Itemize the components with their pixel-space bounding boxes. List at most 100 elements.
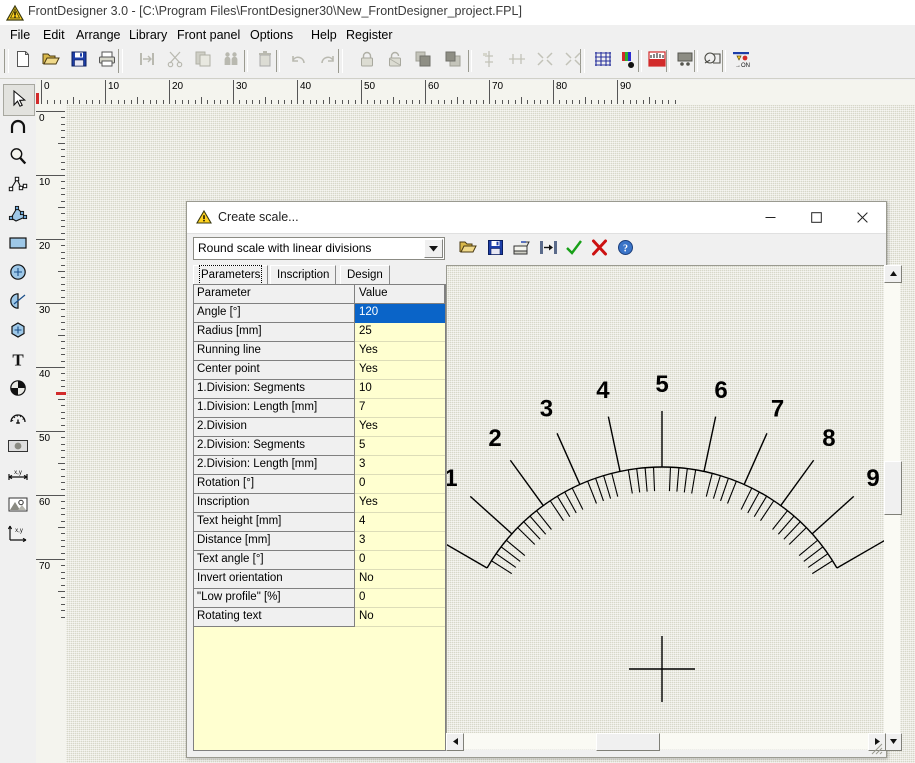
value-cell[interactable]: 120 <box>355 304 445 323</box>
table-row[interactable]: Radius [mm] 25 <box>194 323 445 342</box>
table-row[interactable]: Angle [°] 120 <box>194 304 445 323</box>
tool-rotate[interactable] <box>3 113 33 143</box>
menu-help[interactable]: Help <box>306 27 342 43</box>
table-row[interactable]: Center point Yes <box>194 361 445 380</box>
value-cell[interactable]: 0 <box>355 475 445 494</box>
menu-edit[interactable]: Edit <box>38 27 70 43</box>
value-cell[interactable]: Yes <box>355 494 445 513</box>
led-on-button[interactable]: →ON <box>728 47 754 73</box>
tab-design[interactable]: Design <box>340 265 390 284</box>
color-palette-button[interactable] <box>616 47 642 73</box>
table-row[interactable]: Invert orientation No <box>194 570 445 589</box>
print-scale-button[interactable] <box>510 238 532 258</box>
resize-grip[interactable] <box>868 740 883 755</box>
scale-tool-button[interactable] <box>644 47 670 73</box>
tab-parameters[interactable]: Parameters <box>193 265 269 285</box>
tool-coordinates[interactable]: x,y <box>3 519 33 549</box>
table-row[interactable]: Rotation [°] 0 <box>194 475 445 494</box>
tab-inscription[interactable]: Inscription <box>270 265 337 284</box>
tool-polygon[interactable] <box>3 200 33 230</box>
parameters-table[interactable]: Parameter Value Angle [°] 120 Radius [mm] 25 R… <box>193 284 446 751</box>
value-cell[interactable]: 10 <box>355 380 445 399</box>
menu-file[interactable]: File <box>5 27 35 43</box>
value-cell[interactable]: Value <box>355 285 445 304</box>
table-row[interactable]: Distance [mm] 3 <box>194 532 445 551</box>
table-row[interactable]: 1.Division: Length [mm] 7 <box>194 399 445 418</box>
save-scale-button[interactable] <box>484 238 506 258</box>
vertical-scroll-thumb[interactable] <box>884 461 902 515</box>
value-cell[interactable]: No <box>355 608 445 627</box>
grid-button[interactable] <box>590 47 616 73</box>
tool-pointer[interactable] <box>3 84 35 116</box>
new-file-button[interactable] <box>10 47 36 73</box>
value-cell[interactable]: No <box>355 570 445 589</box>
tool-hexagon[interactable] <box>3 316 33 346</box>
shapes-button[interactable] <box>700 47 726 73</box>
save-file-button[interactable] <box>66 47 92 73</box>
value-cell[interactable]: 3 <box>355 456 445 475</box>
tool-polyline[interactable] <box>3 171 33 201</box>
magnifier-icon <box>3 146 33 166</box>
value-cell[interactable]: 3 <box>355 532 445 551</box>
tool-zoom[interactable] <box>3 142 33 172</box>
table-row[interactable]: Running line Yes <box>194 342 445 361</box>
table-row[interactable]: 1.Division: Segments 10 <box>194 380 445 399</box>
cancel-button[interactable] <box>588 238 610 258</box>
tool-rectangle[interactable] <box>3 229 33 259</box>
tool-pattern[interactable] <box>3 432 33 462</box>
menu-arrange[interactable]: Arrange <box>71 27 125 43</box>
tool-circle[interactable] <box>3 258 33 288</box>
table-row[interactable]: Inscription Yes <box>194 494 445 513</box>
value-cell[interactable]: 5 <box>355 437 445 456</box>
display-element-button[interactable] <box>672 47 698 73</box>
maximize-button[interactable] <box>793 202 839 232</box>
print-button[interactable] <box>94 47 120 73</box>
table-row[interactable]: Text height [mm] 4 <box>194 513 445 532</box>
table-row[interactable]: Text angle [°] 0 <box>194 551 445 570</box>
minimize-button[interactable] <box>747 202 793 232</box>
tool-pie[interactable] <box>3 374 33 404</box>
table-row[interactable]: "Low profile" [%] 0 <box>194 589 445 608</box>
value-cell[interactable]: 0 <box>355 589 445 608</box>
h-ruler-label: 30 <box>236 81 248 92</box>
preview-vertical-scrollbar[interactable] <box>884 265 902 751</box>
load-scale-button[interactable] <box>457 238 479 258</box>
scroll-down-button[interactable] <box>884 733 902 751</box>
chevron-down-icon[interactable] <box>424 239 443 258</box>
scroll-left-button[interactable] <box>446 733 464 751</box>
value-cell[interactable]: Yes <box>355 418 445 437</box>
menu-register[interactable]: Register <box>341 27 398 43</box>
parameter-cell: Running line <box>194 342 355 361</box>
close-button[interactable] <box>839 202 885 232</box>
tool-scale[interactable] <box>3 403 33 433</box>
value-cell[interactable]: Yes <box>355 361 445 380</box>
table-row[interactable]: Parameter Value <box>194 285 445 304</box>
ok-button[interactable] <box>563 238 585 258</box>
menu-options[interactable]: Options <box>245 27 298 43</box>
fit-scale-button[interactable] <box>537 238 559 258</box>
tool-arc[interactable] <box>3 287 33 317</box>
tool-dimension[interactable]: x,y <box>3 461 33 491</box>
value-cell[interactable]: 7 <box>355 399 445 418</box>
value-cell[interactable]: 0 <box>355 551 445 570</box>
menu-library[interactable]: Library <box>124 27 172 43</box>
value-cell[interactable]: 4 <box>355 513 445 532</box>
scale-preview[interactable]: 012345678910 <box>446 265 885 750</box>
scroll-up-button[interactable] <box>884 265 902 283</box>
table-row[interactable]: 2.Division: Length [mm] 3 <box>194 456 445 475</box>
tool-image[interactable] <box>3 490 33 520</box>
table-row[interactable]: Rotating text No <box>194 608 445 627</box>
shapes-icon <box>700 50 726 68</box>
scale-type-select[interactable]: Round scale with linear divisions <box>193 237 445 260</box>
preview-horizontal-scrollbar[interactable] <box>446 733 886 751</box>
value-cell[interactable]: 25 <box>355 323 445 342</box>
table-row[interactable]: 2.Division: Segments 5 <box>194 437 445 456</box>
horizontal-scroll-thumb[interactable] <box>596 733 660 751</box>
menu-front-panel[interactable]: Front panel <box>172 27 245 43</box>
table-row[interactable]: 2.Division Yes <box>194 418 445 437</box>
open-file-button[interactable] <box>38 47 64 73</box>
help-button[interactable]: ? <box>614 238 636 258</box>
value-cell[interactable]: Yes <box>355 342 445 361</box>
tool-text[interactable]: T <box>3 345 33 375</box>
align-vertical-button <box>476 47 502 73</box>
